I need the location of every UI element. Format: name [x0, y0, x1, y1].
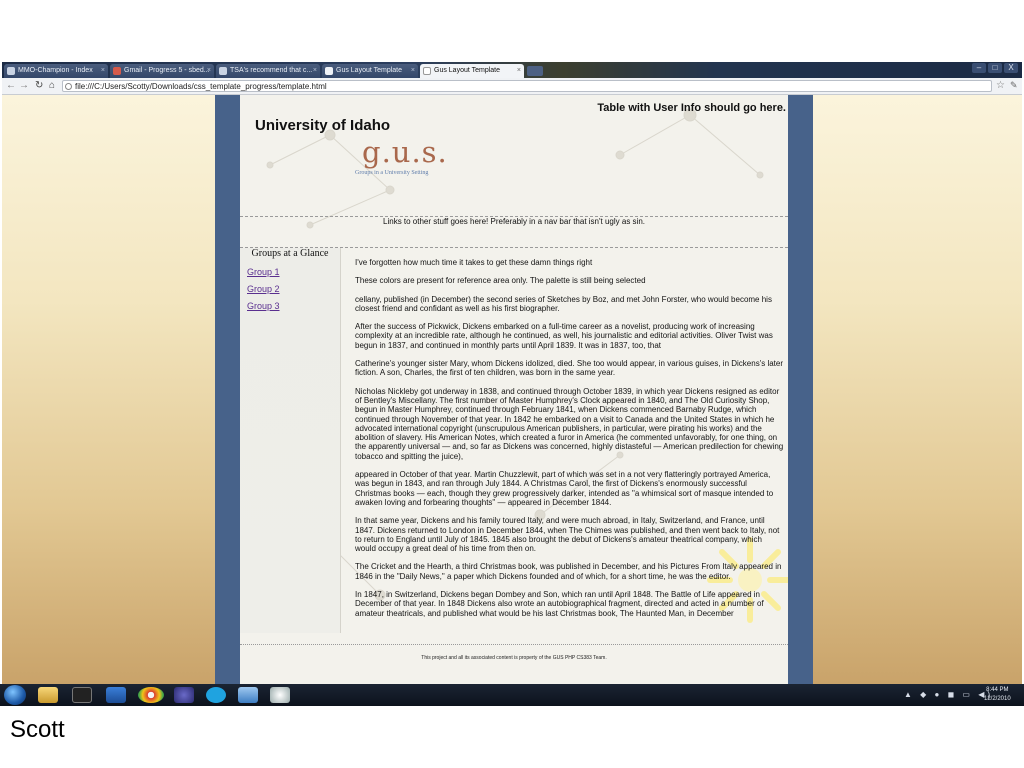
url-text: file:///C:/Users/Scotty/Downloads/css_te… [75, 82, 327, 91]
site-title: University of Idaho [255, 117, 391, 134]
tab-gus-layout-active[interactable]: Gus Layout Template × [420, 64, 524, 78]
minimize-button[interactable]: – [972, 63, 986, 73]
tab-label: Gus Layout Template [336, 67, 403, 74]
bookmark-star-icon[interactable]: ☆ [996, 80, 1005, 91]
back-arrow-icon[interactable]: ← [6, 80, 16, 92]
sidebar-title: Groups at a Glance [251, 248, 329, 259]
page-info-icon [65, 83, 72, 90]
chrome-icon[interactable] [138, 687, 164, 703]
browser-window: MMO-Champion - Index × Gmail - Progress … [2, 62, 1022, 706]
explorer-icon[interactable] [38, 687, 58, 703]
tab-label: Gus Layout Template [434, 67, 501, 74]
close-window-button[interactable]: X [1004, 63, 1018, 73]
close-tab-icon[interactable]: × [101, 64, 105, 78]
paragraph: Catherine's younger sister Mary, whom Di… [355, 359, 784, 378]
window-controls: – □ X [972, 63, 1018, 73]
wrench-icon[interactable]: ✎ [1010, 80, 1018, 91]
system-tray[interactable]: ▲ ◆ ● ◼ ▭ ◀) [904, 690, 993, 699]
page-content: Table with User Info should go here. Uni… [240, 95, 788, 684]
skype-icon[interactable] [206, 687, 226, 703]
tab-gmail[interactable]: Gmail - Progress 5 - sbed... × [110, 64, 214, 78]
page-header: Table with User Info should go here. Uni… [240, 95, 788, 217]
tab-label: TSA's recommend that c... [230, 67, 313, 74]
paragraph: After the success of Pickwick, Dickens e… [355, 322, 773, 350]
nav-placeholder: Links to other stuff goes here! Preferab… [383, 217, 645, 226]
paragraph: cellany, published (in December) the sec… [355, 294, 772, 313]
group-list: Group 1 Group 2 Group 3 [247, 266, 280, 317]
tab-label: Gmail - Progress 5 - sbed... [124, 67, 210, 74]
paragraph: These colors are present for reference a… [355, 276, 646, 286]
system-clock[interactable]: 8:44 PM 12/2/2010 [984, 686, 1011, 704]
app-icon[interactable] [238, 687, 258, 703]
app-icon[interactable] [270, 687, 290, 703]
paragraph: The Cricket and the Hearth, a third Chri… [355, 562, 782, 581]
close-tab-icon[interactable]: × [411, 64, 415, 78]
gmail-icon [113, 67, 121, 75]
group-link-3[interactable]: Group 3 [247, 300, 280, 317]
clock-date: 12/2/2010 [984, 696, 1011, 702]
footer-divider [240, 644, 788, 645]
group-link-2[interactable]: Group 2 [247, 283, 280, 300]
group-link-1[interactable]: Group 1 [247, 266, 280, 283]
main-content: I've forgotten how much time it takes to… [355, 258, 785, 627]
favicon-icon [7, 67, 15, 75]
paragraph: In that same year, Dickens and his famil… [355, 516, 780, 554]
new-tab-button[interactable] [527, 66, 543, 76]
logo-tagline: Groups in a University Setting [355, 170, 429, 176]
page-icon [423, 67, 431, 75]
paragraph: In 1847, in Switzerland, Dickens began D… [355, 590, 764, 618]
tab-strip: MMO-Champion - Index × Gmail - Progress … [2, 62, 1022, 78]
address-bar[interactable]: file:///C:/Users/Scotty/Downloads/css_te… [62, 80, 992, 92]
reload-icon[interactable]: ↻ [35, 80, 43, 92]
gus-logo: g.u.s. [362, 135, 448, 169]
page-viewport: Table with User Info should go here. Uni… [2, 95, 1022, 684]
tab-tsa[interactable]: TSA's recommend that c... × [216, 64, 320, 78]
user-info-placeholder: Table with User Info should go here. [597, 102, 786, 114]
eclipse-icon[interactable] [174, 687, 194, 703]
start-button[interactable] [4, 685, 26, 705]
forward-arrow-icon[interactable]: → [19, 80, 29, 92]
paragraph: I've forgotten how much time it takes to… [355, 258, 593, 267]
close-tab-icon[interactable]: × [517, 64, 521, 78]
close-tab-icon[interactable]: × [207, 64, 211, 78]
page-icon [325, 67, 333, 75]
page-frame: Table with User Info should go here. Uni… [215, 95, 813, 684]
windows-taskbar: ▲ ◆ ● ◼ ▭ ◀) 8:44 PM 12/2/2010 [0, 684, 1024, 706]
favicon-icon [219, 67, 227, 75]
close-tab-icon[interactable]: × [313, 64, 317, 78]
browser-toolbar: ← → ↻ ⌂ file:///C:/Users/Scotty/Download… [2, 78, 1022, 95]
slide-caption: Scott [10, 716, 65, 743]
paragraph: Nicholas Nickleby got underway in 1838, … [355, 386, 784, 461]
footer-text: This project and all its associated cont… [421, 655, 607, 661]
clock-time: 8:44 PM [986, 687, 1009, 693]
media-player-icon[interactable] [106, 687, 126, 703]
tab-label: MMO-Champion - Index [18, 67, 93, 74]
home-icon[interactable]: ⌂ [49, 80, 55, 92]
tab-mmo-champion[interactable]: MMO-Champion - Index × [4, 64, 108, 78]
paragraph: appeared in October of that year. Martin… [355, 470, 774, 507]
command-prompt-icon[interactable] [72, 687, 92, 703]
maximize-button[interactable]: □ [988, 63, 1002, 73]
sidebar: Groups at a Glance Group 1 Group 2 Group… [240, 248, 341, 633]
tab-gus-layout-1[interactable]: Gus Layout Template × [322, 64, 418, 78]
